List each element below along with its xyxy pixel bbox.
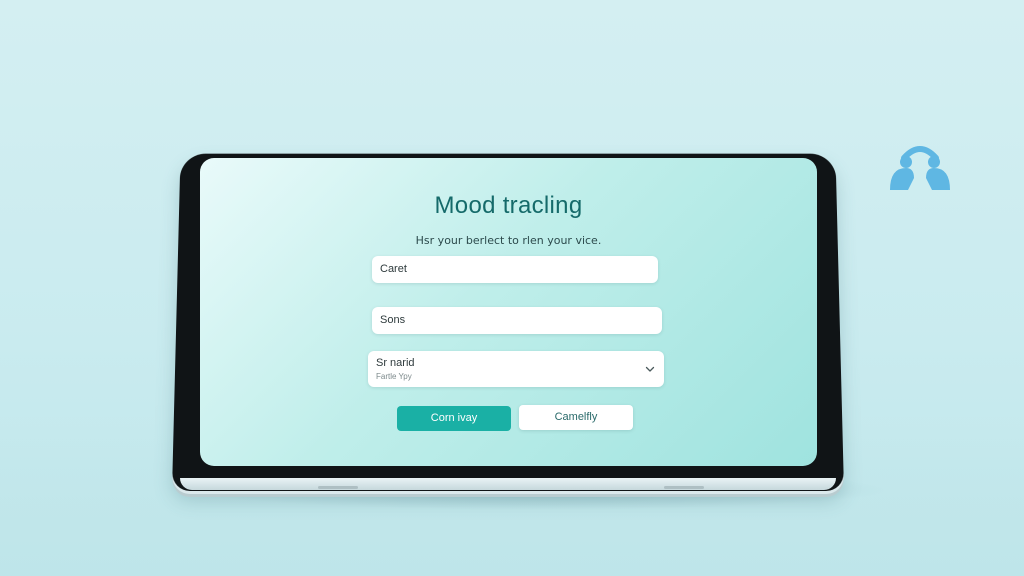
primary-button[interactable]: Corn ivay (397, 406, 511, 431)
second-input-value: Sons (380, 314, 406, 326)
page-title: Mood tracling (434, 192, 583, 219)
tablet-edge (180, 478, 836, 490)
dropdown-select[interactable]: Sr narid Fartle Ypy (368, 351, 664, 387)
first-input-value: Caret (380, 263, 407, 275)
tablet-screen: Mood tracling Hsr your berlect to rlen y… (200, 158, 817, 466)
page-subtitle: Hsr your berlect to rlen your vice. (415, 234, 602, 247)
chevron-down-icon[interactable] (644, 363, 656, 375)
dropdown-placeholder: Fartle Ypy (376, 372, 412, 381)
tablet-side-button (664, 486, 704, 489)
second-input-field[interactable]: Sons (372, 307, 662, 334)
first-input-field[interactable]: Caret (372, 256, 658, 283)
tablet-side-button (318, 486, 358, 489)
dropdown-value: Sr narid (376, 357, 415, 369)
secondary-button[interactable]: Camelfly (519, 405, 633, 430)
people-logo-icon (890, 146, 950, 190)
